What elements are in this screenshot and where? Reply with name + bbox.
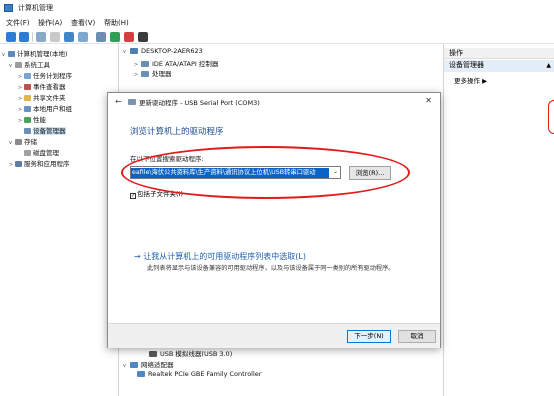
scan-hardware-icon[interactable] [78, 32, 88, 42]
close-icon[interactable]: ✕ [425, 96, 432, 105]
download-icon[interactable] [138, 32, 148, 42]
update-driver-icon[interactable] [110, 32, 120, 42]
device-category-ide[interactable]: > IDE ATA/ATAPI 控制器 [134, 58, 218, 68]
actions-header: 操作 [444, 48, 554, 59]
network-adapter-icon [130, 362, 138, 368]
dialog-title: 更新驱动程序 - USB Serial Port (COM3) [139, 99, 260, 107]
computer-icon [130, 48, 138, 54]
tree-item-computer-management[interactable]: v 计算机管理(本地) [2, 48, 68, 59]
device-category-processor[interactable]: > 处理器 [134, 68, 172, 78]
computer-icon [8, 51, 15, 57]
annotation-mark [548, 100, 554, 134]
tree-item-task-scheduler[interactable]: > 任务计划程序 [18, 70, 72, 81]
processor-icon [141, 71, 149, 77]
collapse-chevron-icon[interactable]: v [123, 363, 130, 369]
tree-item-performance[interactable]: > 性能 [18, 114, 46, 125]
menu-file[interactable]: 文件(F) [6, 18, 30, 28]
disk-icon [24, 150, 31, 156]
properties-icon[interactable] [50, 32, 60, 42]
annotation-circle [121, 146, 410, 199]
submenu-arrow-icon: ▶ [482, 77, 488, 85]
window-title: 计算机管理 [18, 4, 53, 12]
computer-management-icon [4, 4, 13, 12]
storage-icon [15, 139, 22, 145]
menu-bar: 文件(F) 操作(A) 查看(V) 帮助(H) [0, 16, 554, 29]
actions-pane: 操作 设备管理器 ▲ 更多操作 ▶ [443, 44, 554, 396]
menu-action[interactable]: 操作(A) [38, 18, 62, 28]
tree-item-local-users[interactable]: > 本地用户和组 [18, 103, 72, 114]
console-tree-icon[interactable] [36, 32, 46, 42]
forward-arrow-icon[interactable] [19, 32, 29, 42]
cancel-button[interactable]: 取消 [398, 330, 436, 343]
dialog-heading: 浏览计算机上的驱动程序 [130, 127, 224, 137]
services-icon [15, 161, 22, 167]
shared-folder-icon [24, 95, 31, 101]
dialog-footer: 下一步(N) 取消 [108, 323, 440, 348]
tree-item-event-viewer[interactable]: > 事件查看器 [18, 81, 66, 92]
event-viewer-icon [24, 84, 31, 90]
device-realtek-nic[interactable]: Realtek PCIe GBE Family Controller [130, 370, 261, 380]
toolbar [0, 30, 554, 44]
expand-chevron-icon[interactable]: > [134, 72, 141, 78]
update-driver-dialog: ← 更新驱动程序 - USB Serial Port (COM3) ✕ 浏览计算… [107, 92, 441, 348]
back-arrow-icon[interactable]: ← [115, 97, 122, 106]
more-actions-link[interactable]: 更多操作 ▶ [454, 75, 487, 85]
actions-section-device-manager[interactable]: 设备管理器 ▲ [444, 60, 554, 72]
device-icon [128, 99, 136, 105]
performance-icon [24, 117, 31, 123]
tree-item-storage[interactable]: v 存储 [9, 136, 37, 147]
tools-icon [15, 62, 22, 68]
console-tree: v 计算机管理(本地) v 系统工具 > 任务计划程序 > 事件查看器 > 共享文件夹 >… [0, 44, 119, 396]
usb-icon [149, 351, 157, 357]
back-arrow-icon[interactable] [6, 32, 16, 42]
users-icon [24, 106, 31, 112]
menu-help[interactable]: 帮助(H) [104, 18, 129, 28]
monitor-icon[interactable] [96, 32, 106, 42]
device-root[interactable]: v DESKTOP-2AER623 [123, 47, 203, 57]
task-scheduler-icon [24, 73, 31, 79]
menu-view[interactable]: 查看(V) [71, 18, 95, 28]
network-adapter-icon [137, 371, 145, 377]
pick-driver-link[interactable]: → 让我从计算机上的可用驱动程序列表中选取(L) [134, 251, 306, 262]
collapse-chevron-icon[interactable]: v [123, 49, 130, 55]
device-manager-icon [24, 128, 31, 134]
device-category-network[interactable]: v 网络适配器 [123, 359, 174, 369]
collapse-arrow-icon[interactable]: ▲ [546, 62, 551, 69]
tree-item-shared-folders[interactable]: > 共享文件夹 [18, 92, 66, 103]
computer-management-window: 计算机管理 文件(F) 操作(A) 查看(V) 帮助(H) v 计算机管理(本地)… [0, 0, 554, 396]
checkbox-checked-icon[interactable]: ✓ [130, 193, 136, 199]
controller-icon [141, 61, 149, 67]
tree-item-device-manager[interactable]: 设备管理器 [18, 125, 66, 136]
toolbar-separator [32, 32, 33, 42]
tree-item-system-tools[interactable]: v 系统工具 [9, 59, 50, 70]
pick-driver-description: 此列表将显示与该设备兼容的可用驱动程序，以及与该设备属于同一类别的所有驱动程序。 [147, 265, 395, 272]
tree-item-services-apps[interactable]: > 服务和应用程序 [9, 158, 70, 169]
help-icon[interactable] [64, 32, 74, 42]
device-usb-hub[interactable]: USB 模拟线器(USB 3.0) [142, 348, 232, 358]
uninstall-device-icon[interactable] [124, 32, 134, 42]
next-button[interactable]: 下一步(N) [347, 330, 391, 343]
title-bar: 计算机管理 [0, 0, 554, 16]
tree-item-disk-management[interactable]: 磁盘管理 [18, 147, 59, 158]
